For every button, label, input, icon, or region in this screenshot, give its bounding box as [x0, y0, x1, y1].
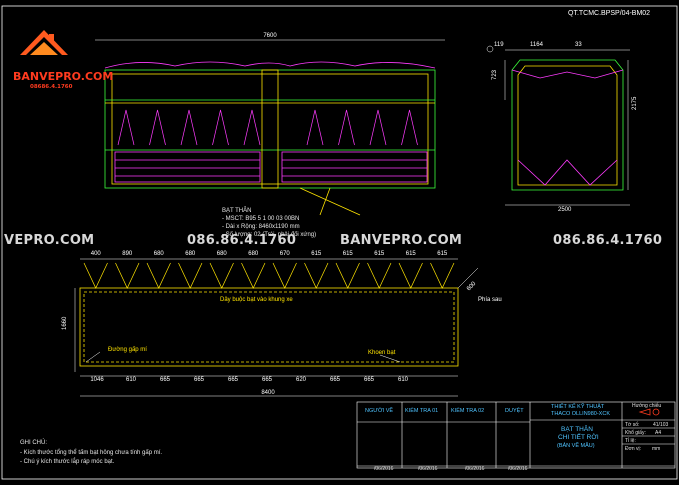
rope-line: [178, 262, 203, 289]
panel-top-dim: 680: [216, 251, 227, 257]
watermark-site: VEPRO.COM: [4, 233, 95, 248]
section-dim-h2: 2175: [632, 96, 638, 110]
panel-bottom-dim: 1046: [90, 377, 104, 383]
panel-bottom-dim: 620: [295, 377, 307, 383]
bow-mark: [401, 109, 418, 146]
panel-top-dim: 400: [90, 251, 101, 257]
watermark-phone2: 086.86.4.1760: [553, 233, 663, 248]
truck-section-view: [486, 45, 630, 206]
rope-line: [115, 262, 140, 289]
rope-line: [398, 262, 423, 289]
tb-paper: Khổ giấy:: [625, 430, 646, 436]
tb-check2: KIỂM TRA 02: [451, 408, 485, 414]
logo-brand: BANVEPRO.COM: [13, 70, 114, 83]
rope-line: [272, 262, 297, 289]
label-seam: Đường gấp mí: [108, 347, 147, 353]
watermark-site2: BANVEPRO.COM: [340, 233, 463, 248]
drawing-canvas: BANVEPRO.COM 08686.4.1760 QT.TCMC.BPSP/0…: [0, 0, 679, 480]
rope-line: [209, 262, 234, 289]
section-dim-bottom: 2500: [558, 207, 572, 213]
tb-unit-val: mm: [652, 446, 661, 452]
truck-bow-marks: [117, 109, 418, 146]
panel-bottom-dim: 665: [227, 377, 239, 383]
truck-side-view: [95, 39, 445, 216]
panel-top-dim: 615: [437, 251, 448, 257]
tb-paper-val: A4: [655, 430, 662, 436]
top-overall-dim: 7600: [263, 33, 277, 39]
tarp-panel: [74, 258, 479, 397]
tb-name-2: CHI TIẾT RỜI: [558, 434, 599, 441]
bow-mark: [243, 109, 261, 146]
panel-bottom-dim: 665: [329, 377, 341, 383]
bow-mark: [117, 109, 135, 146]
panel-bottom-dim: 610: [397, 377, 409, 383]
tb-drawn: NGƯỜI VẼ: [365, 408, 394, 414]
panel-top-dim: 680: [153, 251, 164, 257]
notes-line: - Kích thước tổng thể tấm bạt hông chưa …: [20, 450, 163, 456]
bow-mark: [369, 109, 387, 146]
label-rope: Dây buộc bạt vào khung xe: [220, 297, 293, 303]
panel-top-dim: 680: [185, 251, 196, 257]
panel-bottom-dim: 665: [193, 377, 205, 383]
panel-overall-dim: 8400: [261, 390, 275, 396]
section-dim-w3: 33: [575, 42, 582, 48]
logo-house-icon: [20, 30, 68, 55]
rope-line: [146, 262, 171, 289]
section-dim-w2: 1164: [530, 42, 543, 48]
panel-bottom-dim: 665: [363, 377, 375, 383]
rope-line: [335, 262, 360, 289]
section-dim-w1: 119: [494, 42, 504, 48]
panel-bottom-dim: 610: [125, 377, 137, 383]
bow-mark: [180, 109, 198, 146]
panel-top-dim: 680: [248, 251, 259, 257]
top-label-title: BẠT THÂN: [222, 208, 252, 214]
tb-dept-2: THACO OLLIN980-XCK: [551, 411, 610, 417]
label-rear: Phía sau: [478, 297, 502, 303]
panel-top-dim: 670: [279, 251, 290, 257]
panel-bottom-dim: 665: [261, 377, 273, 383]
tb-unit: Đơn vị:: [625, 446, 642, 452]
rope-line: [367, 262, 392, 289]
tb-approve: DUYỆT: [505, 408, 524, 414]
projection-icon: [638, 408, 660, 416]
label-hole: Khoen bạt: [368, 350, 396, 356]
tb-check1: KIỂM TRA 01: [405, 408, 439, 414]
bow-mark: [338, 109, 355, 146]
tb-sheet-val: 41/103: [653, 422, 669, 428]
tb-date: /06/2016: [418, 466, 438, 472]
tarp-rope-lines: [83, 262, 455, 289]
tb-dept-1: THIẾT KẾ KỸ THUẬT: [551, 404, 605, 410]
tb-scale: Tỉ lệ:: [625, 438, 636, 444]
bow-mark: [306, 109, 324, 146]
tb-sheet: Tờ số:: [625, 422, 640, 428]
panel-top-dim: 615: [374, 251, 385, 257]
logo-phone: 08686.4.1760: [30, 84, 73, 90]
rope-line: [430, 262, 455, 289]
rope-line: [83, 262, 108, 289]
panel-top-dim: 615: [405, 251, 416, 257]
bow-mark: [149, 109, 166, 146]
doc-code: QT.TCMC.BPSP/04-BM02: [568, 10, 651, 17]
panel-top-dim: 615: [311, 251, 322, 257]
rope-line: [304, 262, 329, 289]
rope-line: [241, 262, 266, 289]
tb-name-1: BẠT THÂN: [561, 426, 593, 433]
tb-name-3: (BẢN VẼ MẪU): [557, 443, 595, 449]
watermark-phone: 086.86.4.1760: [187, 233, 297, 248]
panel-bottom-dim: 665: [159, 377, 171, 383]
notes-line: - Chú ý kích thước lắp ráp móc bạt.: [20, 459, 115, 465]
tb-projection: Hướng chiếu: [632, 403, 662, 409]
top-label-line: - MSCT: B95 5 1 00 03 00BN: [222, 216, 300, 222]
panel-top-dim: 890: [122, 251, 133, 257]
notes-title: GHI CHÚ:: [20, 440, 47, 446]
tb-date: /06/2016: [465, 466, 485, 472]
tb-date: /06/2016: [374, 466, 394, 472]
section-dim-h1: 723: [492, 69, 498, 80]
tb-date: /06/2016: [508, 466, 528, 472]
panel-side-dim: 1660: [62, 316, 68, 330]
bow-mark: [212, 109, 229, 146]
top-label-line: - Dài x Rộng: 8460x1190 mm: [222, 224, 300, 230]
panel-top-dim: 615: [342, 251, 353, 257]
